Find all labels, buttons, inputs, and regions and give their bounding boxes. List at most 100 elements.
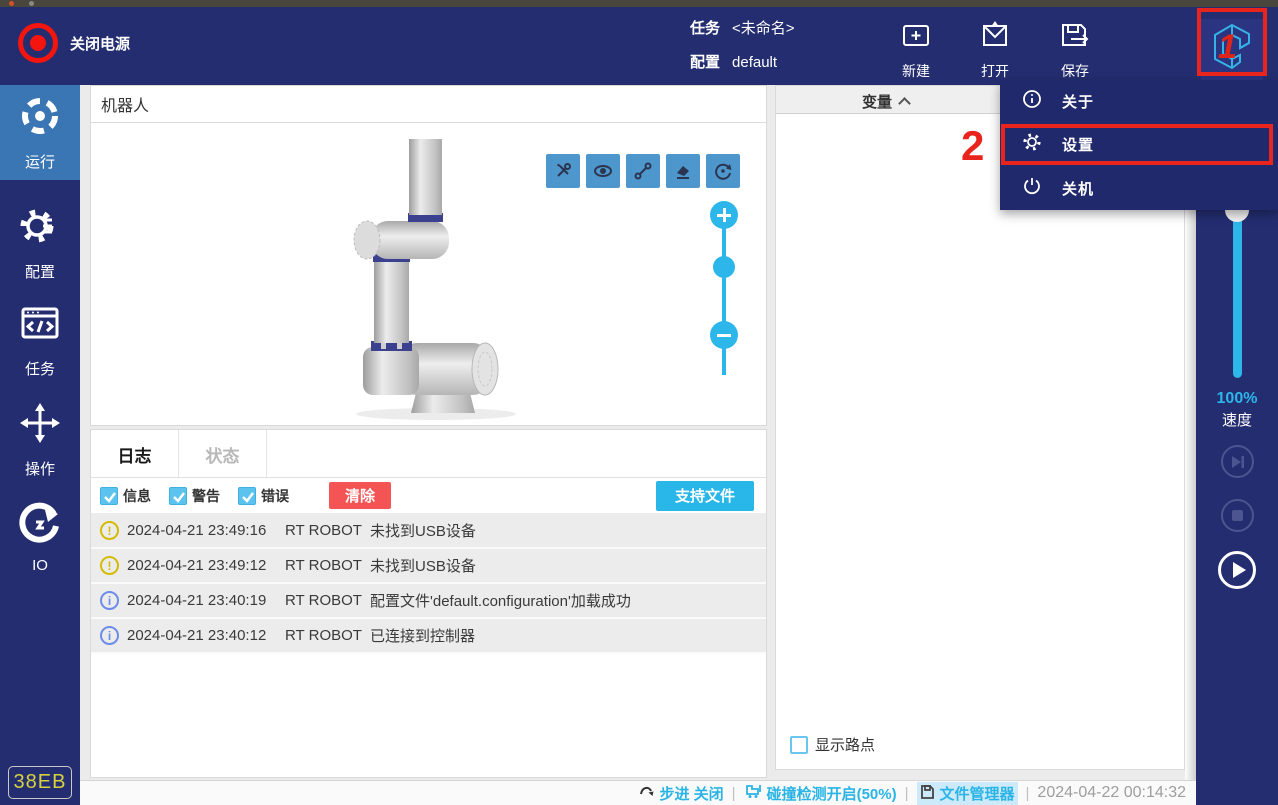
left-sidebar: 运行 配置 任务 操作 IO 38EB bbox=[0, 85, 80, 805]
info-icon bbox=[1022, 89, 1042, 114]
menu-item-shutdown[interactable]: 关机 bbox=[1000, 167, 1278, 210]
status-badge: 38EB bbox=[8, 766, 72, 799]
log-entry[interactable]: i 2024-04-21 23:40:19 RT ROBOT 配置文件'defa… bbox=[91, 584, 766, 619]
task-code-icon bbox=[18, 301, 62, 350]
new-task-button[interactable]: 新建 bbox=[883, 19, 949, 81]
app-menu-logo-button[interactable] bbox=[1201, 19, 1263, 80]
file-manager-button[interactable]: 文件管理器 bbox=[916, 781, 1018, 805]
warning-icon: ! bbox=[100, 556, 119, 575]
config-gear-icon bbox=[18, 204, 62, 253]
skip-forward-button[interactable] bbox=[1221, 445, 1254, 478]
log-entry[interactable]: i 2024-04-21 23:40:12 RT ROBOT 已连接到控制器 bbox=[91, 619, 766, 654]
menu-item-label: 关于 bbox=[1062, 94, 1095, 112]
status-divider: | bbox=[731, 784, 736, 802]
menu-item-label: 设置 bbox=[1062, 137, 1095, 155]
info-icon: i bbox=[100, 626, 119, 645]
clear-log-button[interactable]: 清除 bbox=[329, 482, 391, 509]
show-waypoints-label: 显示路点 bbox=[815, 737, 876, 754]
open-file-icon bbox=[979, 19, 1011, 51]
status-divider: | bbox=[1025, 784, 1030, 802]
eraser-button[interactable] bbox=[666, 154, 700, 188]
sidebar-item-task[interactable]: 任务 bbox=[0, 292, 80, 387]
sidebar-item-label: 操作 bbox=[24, 460, 55, 478]
power-icon bbox=[1022, 176, 1042, 201]
gear-icon bbox=[1022, 132, 1042, 157]
show-waypoints-row: 显示路点 bbox=[790, 734, 875, 755]
menu-item-about[interactable]: 关于 bbox=[1000, 80, 1278, 123]
window-dot-icon bbox=[29, 1, 34, 6]
tools-button[interactable] bbox=[546, 154, 580, 188]
open-task-label: 打开 bbox=[981, 63, 1009, 79]
menu-item-settings[interactable]: 设置 bbox=[1000, 123, 1278, 166]
file-manager-icon bbox=[920, 783, 935, 803]
task-config-info: 任务 <未命名> 配置 default bbox=[690, 20, 795, 88]
info-filter-label: 信息 bbox=[123, 487, 151, 504]
visibility-button[interactable] bbox=[586, 154, 620, 188]
support-file-button[interactable]: 支持文件 bbox=[656, 480, 754, 511]
variables-title: 变量 bbox=[862, 94, 893, 111]
power-label: 关闭电源 bbox=[70, 35, 131, 53]
open-task-button[interactable]: 打开 bbox=[962, 19, 1028, 81]
sidebar-item-io[interactable]: IO bbox=[0, 489, 80, 584]
status-divider: | bbox=[904, 784, 909, 802]
log-message: 已连接到控制器 bbox=[370, 628, 476, 645]
step-arrow-icon bbox=[639, 783, 655, 803]
brand-cube-icon bbox=[1209, 22, 1255, 77]
speed-slider-track[interactable] bbox=[1233, 203, 1242, 378]
show-waypoints-checkbox[interactable] bbox=[790, 735, 808, 754]
robot-panel: 机器人 bbox=[90, 85, 767, 426]
log-tabs: 日志 状态 bbox=[91, 430, 766, 478]
log-message: 未找到USB设备 bbox=[370, 523, 476, 540]
log-time: 2024-04-21 23:40:19 bbox=[127, 592, 267, 609]
rotate-view-button[interactable] bbox=[706, 154, 740, 188]
sidebar-item-operate[interactable]: 操作 bbox=[0, 392, 80, 487]
window-title-strip bbox=[0, 0, 1278, 7]
zoom-out-button[interactable] bbox=[710, 321, 738, 349]
log-source: RT ROBOT bbox=[285, 592, 362, 609]
run-target-icon bbox=[18, 94, 62, 143]
log-panel: 日志 状态 信息 警告 错误 清除 支持文件 ! 2024-04-21 23:4… bbox=[90, 429, 767, 778]
log-source: RT ROBOT bbox=[285, 522, 362, 539]
task-label: 任务 bbox=[690, 20, 721, 37]
save-task-label: 保存 bbox=[1061, 63, 1089, 79]
power-off-button[interactable]: 关闭电源 bbox=[18, 23, 130, 63]
speed-label: 速度 bbox=[1221, 412, 1252, 429]
collision-icon bbox=[744, 783, 762, 803]
log-message: 未找到USB设备 bbox=[370, 558, 476, 575]
save-task-button[interactable]: 保存 bbox=[1042, 19, 1108, 81]
step-mode-label: 步进 关闭 bbox=[659, 785, 724, 803]
path-points-button[interactable] bbox=[626, 154, 660, 188]
tab-log[interactable]: 日志 bbox=[91, 430, 179, 478]
zoom-in-button[interactable] bbox=[710, 201, 738, 229]
error-filter-checkbox[interactable] bbox=[238, 486, 256, 505]
log-entry[interactable]: ! 2024-04-21 23:49:12 RT ROBOT 未找到USB设备 bbox=[91, 549, 766, 584]
log-entry-list: ! 2024-04-21 23:49:16 RT ROBOT 未找到USB设备 … bbox=[91, 514, 766, 654]
step-mode-status[interactable]: 步进 关闭 bbox=[639, 783, 724, 804]
move-arrows-icon bbox=[18, 401, 62, 450]
info-filter-checkbox[interactable] bbox=[100, 486, 118, 505]
error-filter-label: 错误 bbox=[261, 487, 289, 504]
log-entry[interactable]: ! 2024-04-21 23:49:16 RT ROBOT 未找到USB设备 bbox=[91, 514, 766, 549]
collision-label: 碰撞检测开启(50%) bbox=[766, 785, 897, 803]
config-label: 配置 bbox=[690, 54, 721, 71]
log-filter-row: 信息 警告 错误 清除 支持文件 bbox=[91, 478, 766, 514]
task-value: <未命名> bbox=[732, 20, 795, 37]
warning-filter-checkbox[interactable] bbox=[169, 486, 187, 505]
play-button[interactable] bbox=[1218, 551, 1256, 589]
robot-3d-viewport[interactable] bbox=[91, 123, 766, 425]
stop-button[interactable] bbox=[1221, 499, 1254, 532]
sidebar-item-run[interactable]: 运行 bbox=[0, 85, 80, 180]
stop-icon bbox=[1232, 510, 1243, 521]
robot-panel-title: 机器人 bbox=[91, 86, 766, 123]
log-message: 配置文件'default.configuration'加载成功 bbox=[370, 593, 631, 610]
chevron-up-icon bbox=[898, 97, 911, 110]
zoom-slider-track[interactable] bbox=[722, 215, 726, 375]
log-time: 2024-04-21 23:49:12 bbox=[127, 557, 267, 574]
sidebar-item-label: 配置 bbox=[24, 263, 55, 281]
log-source: RT ROBOT bbox=[285, 557, 362, 574]
sidebar-item-config[interactable]: 配置 bbox=[0, 195, 80, 290]
collision-status[interactable]: 碰撞检测开启(50%) bbox=[744, 783, 897, 804]
warning-icon: ! bbox=[100, 521, 119, 540]
zoom-slider-handle[interactable] bbox=[713, 256, 735, 278]
tab-status[interactable]: 状态 bbox=[179, 430, 267, 478]
